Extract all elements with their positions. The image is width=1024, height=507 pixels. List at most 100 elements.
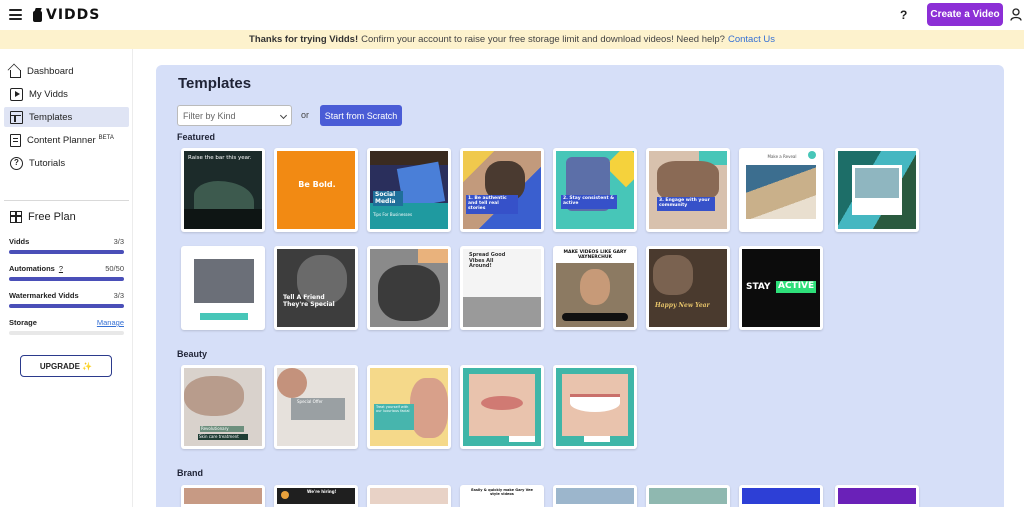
beta-badge: BETA	[98, 135, 114, 141]
storage-meter: Storage Manage	[9, 318, 124, 335]
or-label: or	[301, 110, 310, 120]
template-thumbnail	[556, 368, 634, 446]
sidebar-item-templates[interactable]: Templates	[4, 107, 129, 127]
template-thumbnail	[370, 488, 448, 504]
start-from-scratch-button[interactable]: Start from Scratch	[320, 105, 402, 126]
thumb-shape	[378, 265, 440, 321]
template-card[interactable]: Be Bold.	[274, 148, 358, 232]
thumb-shape	[184, 376, 244, 416]
meter-bar	[9, 331, 124, 335]
template-card[interactable]: MAKE VIDEOS LIKE GARY VAYNERCHUK	[553, 246, 637, 330]
automations-help-link[interactable]: ?	[59, 264, 63, 273]
manage-storage-link[interactable]: Manage	[97, 318, 124, 327]
template-thumbnail	[649, 488, 727, 504]
template-caption: Special Offer	[297, 399, 323, 404]
meter-value: 50/50	[105, 264, 124, 273]
template-thumbnail: 2. Stay consistent & active	[556, 151, 634, 229]
upgrade-button[interactable]: UPGRADE ✨	[20, 355, 112, 377]
template-card[interactable]	[739, 485, 823, 507]
sidebar-item-content-planner[interactable]: Content Planner BETA	[4, 130, 129, 150]
template-thumbnail	[184, 488, 262, 504]
template-thumbnail: MAKE VIDEOS LIKE GARY VAYNERCHUK	[556, 249, 634, 327]
user-account-icon[interactable]	[1010, 8, 1022, 21]
thumb-shape	[410, 378, 448, 438]
template-thumbnail	[463, 368, 541, 446]
thumb-shape	[277, 368, 307, 398]
sidebar-item-my-vidds[interactable]: My Vidds	[4, 84, 129, 104]
video-icon	[10, 87, 23, 101]
meter-label: Automations	[9, 264, 55, 273]
meter-bar	[9, 304, 124, 308]
template-thumbnail: Treat yourself with our luxurious facial	[370, 368, 448, 446]
template-card[interactable]	[460, 365, 544, 449]
template-caption: Spread Good Vibes All Around!	[469, 252, 506, 269]
vidds-logo[interactable]: VIDDS	[32, 7, 100, 23]
template-card[interactable]	[367, 246, 451, 330]
template-card[interactable]	[835, 148, 919, 232]
thumb-shape	[509, 436, 535, 442]
thumb-shape	[855, 168, 899, 198]
template-thumbnail: We're hiring!	[277, 488, 355, 504]
template-card[interactable]: Happy New Year	[646, 246, 730, 330]
template-card[interactable]: STAY ACTIVE	[739, 246, 823, 330]
template-thumbnail: Spread Good Vibes All Around!	[463, 249, 541, 327]
template-card[interactable]: Treat yourself with our luxurious facial	[367, 365, 451, 449]
template-caption: Skin care treatment	[198, 434, 248, 441]
thumb-shape	[194, 259, 254, 303]
template-card[interactable]: 3. Engage with your community	[646, 148, 730, 232]
thumb-shape	[463, 297, 541, 327]
thumb-shape	[584, 436, 610, 442]
sidebar-item-label: Templates	[29, 111, 73, 123]
template-card[interactable]: We're hiring!	[274, 485, 358, 507]
template-thumbnail: Easily & quickly make Gary Vee style vid…	[463, 488, 541, 504]
banner-text: Confirm your account to raise your free …	[361, 34, 725, 45]
template-thumbnail	[184, 249, 262, 327]
sidebar-item-tutorials[interactable]: ? Tutorials	[4, 153, 129, 173]
template-card[interactable]: 1. Be authentic and tell real stories	[460, 148, 544, 232]
template-caption: Happy New Year	[655, 302, 710, 309]
template-thumbnail: Tell A Friend They're Special	[277, 249, 355, 327]
template-caption: Raise the bar this year.	[188, 155, 252, 161]
template-thumbnail	[370, 249, 448, 327]
sidebar-divider	[4, 200, 129, 201]
help-icon[interactable]: ?	[900, 8, 907, 22]
sidebar-item-label: Tutorials	[29, 157, 66, 169]
plan-title: Free Plan	[10, 211, 76, 223]
sidebar-item-dashboard[interactable]: Dashboard	[4, 61, 129, 81]
template-card[interactable]	[181, 246, 265, 330]
filter-placeholder: Filter by Kind	[183, 110, 236, 121]
template-card[interactable]	[181, 485, 265, 507]
template-card[interactable]	[553, 485, 637, 507]
template-card[interactable]	[367, 485, 451, 507]
meter-label: Watermarked Vidds	[9, 291, 79, 300]
template-card[interactable]: Spread Good Vibes All Around!	[460, 246, 544, 330]
template-card[interactable]: Easily & quickly make Gary Vee style vid…	[460, 485, 544, 507]
template-card[interactable]	[646, 485, 730, 507]
template-caption: Social Media	[373, 191, 403, 207]
template-card[interactable]	[553, 365, 637, 449]
template-card[interactable]: Special Offer	[274, 365, 358, 449]
create-video-button[interactable]: Create a Video	[927, 3, 1003, 26]
top-bar: VIDDS ? Create a Video	[0, 0, 1024, 30]
template-caption: We're hiring!	[307, 489, 337, 494]
filter-by-kind-select[interactable]: Filter by Kind	[177, 105, 292, 126]
template-card[interactable]	[835, 485, 919, 507]
contact-us-link[interactable]: Contact Us	[728, 34, 775, 45]
template-card[interactable]: Social Media Tips For Businesses	[367, 148, 451, 232]
meter-value: 3/3	[113, 237, 124, 246]
template-card[interactable]: 2. Stay consistent & active	[553, 148, 637, 232]
automations-meter: Automations? 50/50	[9, 264, 124, 281]
section-beauty: Beauty	[177, 349, 208, 359]
template-card[interactable]: Raise the bar this year.	[181, 148, 265, 232]
template-caption: Tips For Businesses	[373, 212, 413, 217]
meter-bar	[9, 277, 124, 281]
thumb-shape	[200, 313, 248, 320]
thumb-shape	[580, 269, 610, 305]
template-card[interactable]: Make a Reveal	[739, 148, 823, 232]
banner-heading: Thanks for trying Vidds!	[249, 34, 359, 45]
menu-icon[interactable]	[9, 9, 22, 20]
template-card[interactable]: Tell A Friend They're Special	[274, 246, 358, 330]
thumb-shape	[657, 161, 719, 201]
home-icon	[10, 69, 21, 78]
template-card[interactable]: Revolutionary Skin care treatment	[181, 365, 265, 449]
